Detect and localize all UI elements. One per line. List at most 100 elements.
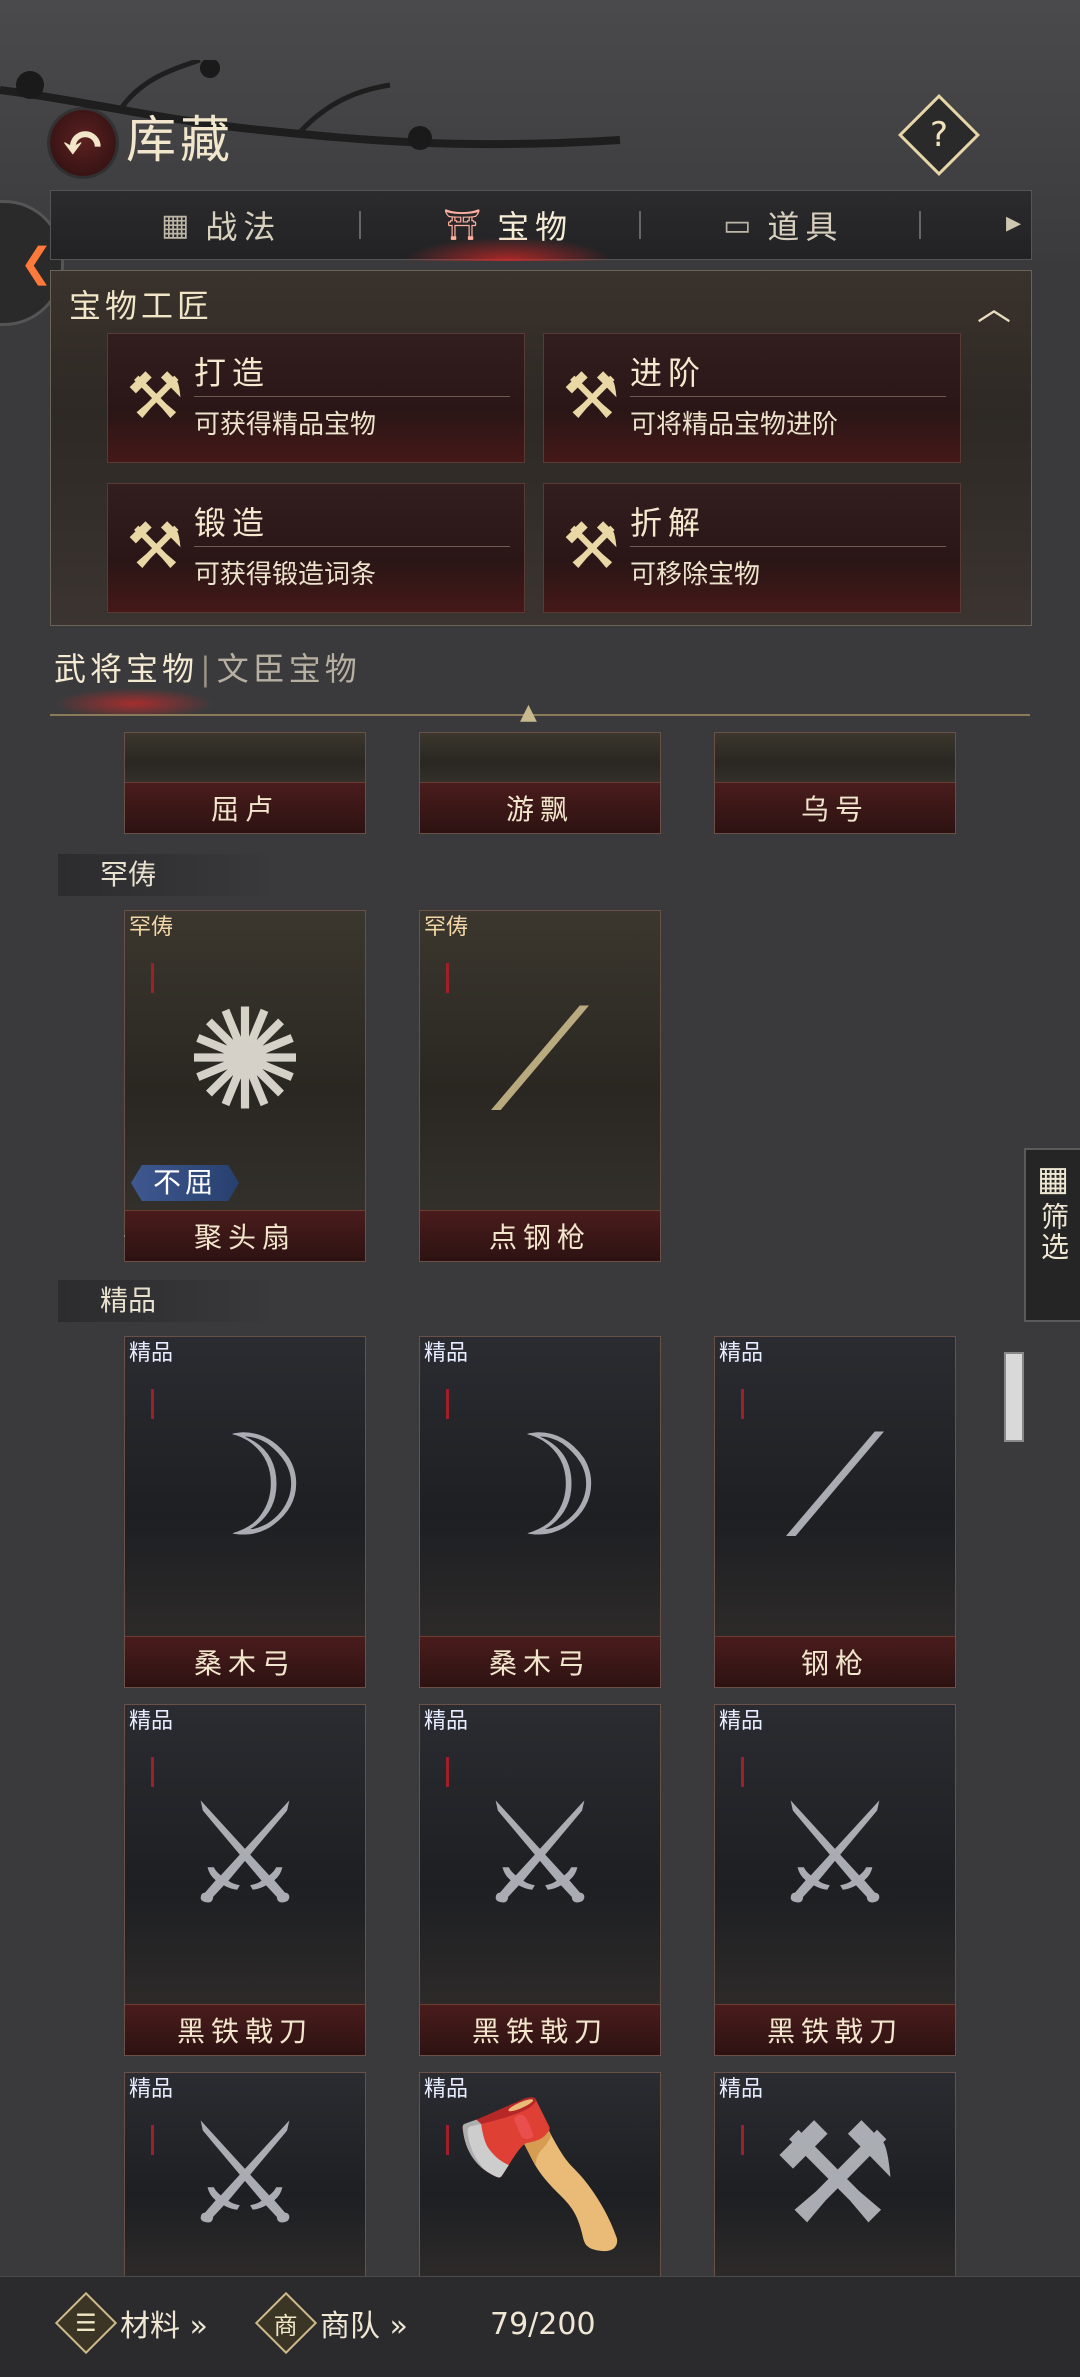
scroll-bundle-icon: ▦ <box>161 207 196 243</box>
card-name: 打造 <box>194 354 271 392</box>
halberd-icon: ⚔ <box>772 1773 898 1937</box>
tab-label: 战法 <box>205 208 282 246</box>
craft-card-forge[interactable]: ⚒ 打造 可获得精品宝物 <box>107 333 525 463</box>
chevron-icon: ❮ <box>19 240 53 286</box>
card-desc: 可移除宝物 <box>630 560 761 590</box>
artisan-figure-icon: ⚒ <box>126 510 184 584</box>
subtab-active-glow <box>54 688 214 714</box>
bottom-bar: ☰ 材料 » 商 商队 » 79/200 <box>0 2276 1080 2377</box>
materials-icon: ☰ <box>54 2291 118 2355</box>
card-desc: 可将精品宝物进阶 <box>630 410 839 440</box>
tab-label: 道具 <box>767 208 844 246</box>
craft-card-advance[interactable]: ⚒ 进阶 可将精品宝物进阶 <box>543 333 961 463</box>
treasure-image <box>715 733 955 783</box>
tab-tactics[interactable]: ▦ 战法 <box>161 191 281 259</box>
subtab-general[interactable]: 武将宝物 <box>54 650 198 688</box>
treasure-card[interactable]: ⚔ 精品 <box>124 2072 366 2277</box>
chevron-up-icon[interactable]: ︿ <box>977 281 1011 330</box>
caravan-icon-char: 商 <box>274 2311 298 2340</box>
halberd-icon: ⚔ <box>182 2093 308 2257</box>
treasure-card[interactable]: ✺ 罕俦 不屈 极 聚头扇 <box>123 910 366 1262</box>
craft-card-smith[interactable]: ⚒ 锻造 可获得锻造词条 <box>107 483 525 613</box>
materials-icon-char: ☰ <box>75 2308 97 2337</box>
tassel-decoration <box>741 1389 744 1419</box>
treasure-name: 游飘 <box>420 782 660 833</box>
bow-icon: ☽ <box>477 1405 603 1569</box>
sub-tabs: 武将宝物|文臣宝物 <box>54 644 361 690</box>
rarity-tag: 精品 <box>719 2077 764 2102</box>
section-title-rare: 罕俦 <box>58 854 280 896</box>
treasure-name: 聚头扇 <box>125 1210 365 1261</box>
materials-button[interactable]: ☰ 材料 » <box>54 2291 208 2355</box>
tassel-decoration <box>741 1757 744 1787</box>
artisan-figure-icon: ⚒ <box>562 510 620 584</box>
treasure-card[interactable]: 游飘 <box>419 732 661 834</box>
tab-items[interactable]: ▭ 道具 <box>723 191 843 259</box>
triangle-icon: ▲ <box>520 700 537 725</box>
subtab-civil[interactable]: 文臣宝物 <box>217 650 361 688</box>
back-arrow-icon: ↶ <box>60 111 106 175</box>
rarity-tag: 精品 <box>719 1341 764 1366</box>
chevron-right-icon[interactable]: ▸ <box>1006 205 1021 240</box>
tassel-decoration <box>446 1389 449 1419</box>
page-title: 库藏 <box>126 111 234 169</box>
section-title-fine: 精品 <box>58 1280 280 1322</box>
back-button[interactable]: ↶ <box>50 110 116 176</box>
rarity-tag: 罕俦 <box>129 915 174 940</box>
tassel-decoration <box>151 963 154 993</box>
tab-separator <box>919 211 921 239</box>
treasure-card[interactable]: 屈卢 <box>124 732 366 834</box>
spear-icon: ⟋ <box>785 1405 885 1568</box>
treasure-card[interactable]: ⚔ 精品 黑铁戟刀 <box>714 1704 956 2056</box>
card-name: 锻造 <box>194 504 271 542</box>
fan-icon: ✺ <box>186 979 304 1143</box>
tassel-decoration <box>446 963 449 993</box>
scrollbar-thumb[interactable] <box>1004 1352 1024 1442</box>
spear-icon: ⟋ <box>490 979 590 1142</box>
ingot-icon: ▭ <box>723 207 758 243</box>
filter-label: 筛选 <box>1037 1202 1070 1262</box>
tassel-decoration <box>151 2125 154 2155</box>
tassel-decoration <box>151 1757 154 1787</box>
treasure-card[interactable]: ⚔ 精品 黑铁戟刀 <box>124 1704 366 2056</box>
treasure-name: 桑木弓 <box>125 1636 365 1687</box>
treasure-card[interactable]: 乌号 <box>714 732 956 834</box>
card-divider <box>194 546 510 547</box>
tab-label: 宝物 <box>497 208 574 246</box>
treasure-image <box>420 733 660 783</box>
rarity-tag: 精品 <box>129 2077 174 2102</box>
card-divider <box>194 396 510 397</box>
treasure-name: 乌号 <box>715 782 955 833</box>
treasure-card[interactable]: 🪓 精品 <box>419 2072 661 2277</box>
caravan-icon: 商 <box>254 2291 318 2355</box>
treasure-card[interactable]: ⚔ 精品 黑铁戟刀 <box>419 1704 661 2056</box>
caravan-button[interactable]: 商 商队 » <box>254 2291 408 2355</box>
halberd-icon: ⚔ <box>477 1773 603 1937</box>
card-name: 折解 <box>630 504 707 542</box>
card-divider <box>630 396 946 397</box>
filter-button[interactable]: ▦ 筛选 <box>1024 1148 1080 1322</box>
rarity-tag: 精品 <box>129 1341 174 1366</box>
rarity-tag: 精品 <box>424 1709 469 1734</box>
tab-separator <box>639 211 641 239</box>
treasure-name: 点钢枪 <box>420 1210 660 1261</box>
tab-treasure[interactable]: ⛩ 宝物 <box>402 191 614 261</box>
treasure-name: 黑铁戟刀 <box>715 2004 955 2055</box>
craft-card-dismantle[interactable]: ⚒ 折解 可移除宝物 <box>543 483 961 613</box>
treasure-name: 钢枪 <box>715 1636 955 1687</box>
caravan-label: 商队 » <box>320 2309 408 2344</box>
treasure-name: 桑木弓 <box>420 1636 660 1687</box>
card-divider <box>630 546 946 547</box>
subtab-separator: | <box>200 650 215 688</box>
treasure-card[interactable]: ⟋ 罕俦 点钢枪 <box>419 910 661 1262</box>
axe-icon: 🪓 <box>452 2093 628 2256</box>
card-name: 进阶 <box>630 354 707 392</box>
treasure-card[interactable]: ⟋ 精品 钢枪 <box>714 1336 956 1688</box>
treasure-card[interactable]: ☽ 精品 桑木弓 <box>419 1336 661 1688</box>
treasure-card[interactable]: ⚒ 精品 <box>714 2072 956 2277</box>
treasure-card[interactable]: ☽ 精品 桑木弓 <box>124 1336 366 1688</box>
tassel-decoration <box>151 1389 154 1419</box>
bow-icon: ☽ <box>182 1405 308 1569</box>
artisan-figure-icon: ⚒ <box>562 360 620 434</box>
tab-bar: ▦ 战法 ⛩ 宝物 ▭ 道具 ▸ <box>50 190 1032 261</box>
